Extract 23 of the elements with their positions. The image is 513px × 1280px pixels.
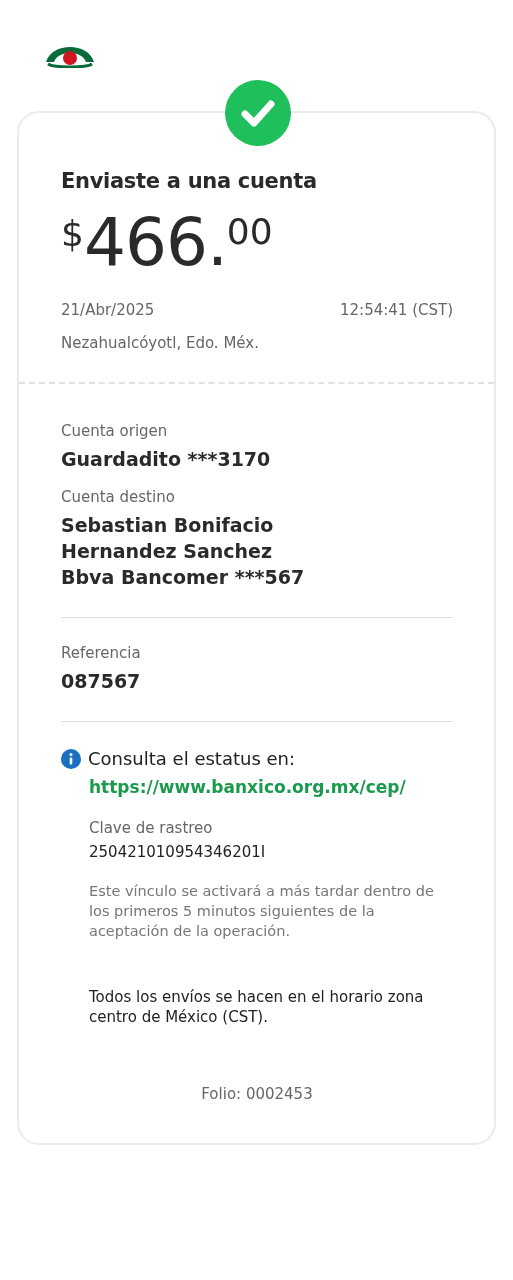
amount-value: 466. (83, 207, 227, 279)
location-text: Nezahualcóyotl, Edo. Méx. (61, 334, 260, 352)
field-label: Referencia (61, 644, 142, 662)
schedule-note: Todos los envíos se hacen en el horario zona centro de México (CST). (89, 987, 425, 1027)
field-value: Bbva Bancomer ***567 (61, 565, 306, 590)
amount-cents: 00 (226, 211, 273, 252)
field-value: Sebastian Bonifacio (61, 513, 275, 538)
field-value: 087567 (61, 669, 142, 694)
time-text: 12:54:41 (CST) (340, 301, 453, 319)
folio-text: Folio: 0002453 (200, 1085, 314, 1103)
field-label: Cuenta origen (61, 422, 169, 440)
date-text: 21/Abr/2025 (61, 301, 155, 319)
field-value: Hernandez Sanchez (61, 539, 273, 564)
banxico-link[interactable]: https://www.banxico.org.mx/cep/ (89, 777, 406, 797)
tracking-label: Clave de rastreo (89, 819, 213, 837)
tracking-value: 250421010954346201I (89, 843, 266, 861)
transfer-title: Enviaste a una cuenta (61, 169, 318, 193)
status-note: Este vínculo se activará a más tardar dentro de los primeros 5 minutos siguientes de la aceptación de la operación. (89, 882, 435, 941)
status-title: Consulta el estatus en: (88, 748, 296, 769)
field-value: Guardadito ***3170 (61, 447, 272, 472)
field-label: Cuenta destino (61, 488, 176, 506)
info-icon (61, 748, 81, 769)
currency-sign: $ (61, 213, 84, 254)
